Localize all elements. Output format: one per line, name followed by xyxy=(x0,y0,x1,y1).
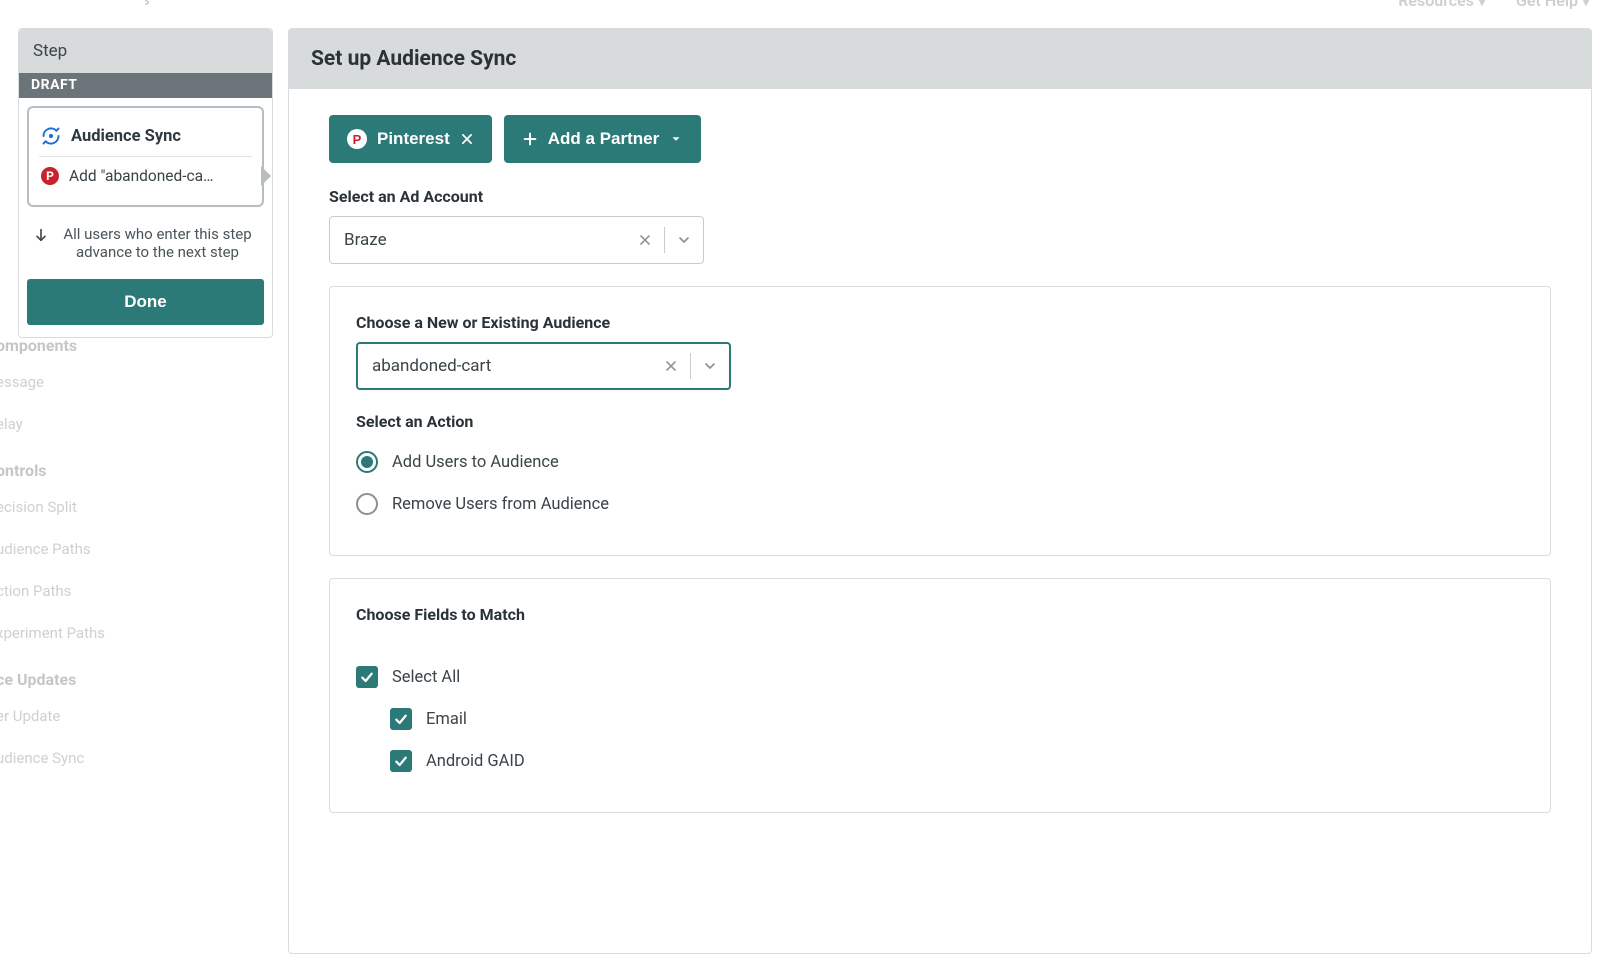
ad-account-value: Braze xyxy=(330,230,626,250)
plus-icon xyxy=(522,131,538,147)
radio-add-users[interactable]: Add Users to Audience xyxy=(356,441,1524,483)
checkbox-label: Select All xyxy=(392,668,460,687)
ad-account-label: Select an Ad Account xyxy=(329,187,1551,206)
audience-sync-icon xyxy=(41,126,61,146)
main-panel: Set up Audience Sync P Pinterest Add a P… xyxy=(288,28,1592,954)
bg-resources-menu: Resources ▾ xyxy=(1398,0,1486,10)
bg-nav-item: udience Sync xyxy=(0,737,166,779)
checkbox-icon xyxy=(356,666,378,688)
radio-icon xyxy=(356,451,378,473)
bg-nav-item: er Update xyxy=(0,695,166,737)
ad-account-select[interactable]: Braze xyxy=(329,216,704,264)
step-subtitle: Add "abandoned-ca… xyxy=(69,167,213,185)
checkbox-email[interactable]: Email xyxy=(356,698,1524,740)
clear-icon[interactable] xyxy=(626,233,664,247)
add-partner-button[interactable]: Add a Partner xyxy=(504,115,701,163)
bg-nav-item: elay xyxy=(0,403,166,445)
arrow-down-icon xyxy=(33,227,49,261)
partner-chip-pinterest[interactable]: P Pinterest xyxy=(329,115,492,163)
step-card[interactable]: Audience Sync P Add "abandoned-ca… xyxy=(27,106,264,207)
clear-icon[interactable] xyxy=(652,359,690,373)
fields-heading: Choose Fields to Match xyxy=(356,605,1524,624)
draft-badge: DRAFT xyxy=(19,73,272,98)
bg-nav-item: ecision Split xyxy=(0,486,166,528)
checkbox-android-gaid[interactable]: Android GAID xyxy=(356,740,1524,782)
add-partner-label: Add a Partner xyxy=(548,129,659,149)
chevron-down-icon[interactable] xyxy=(665,232,703,248)
audience-value: abandoned-cart xyxy=(358,356,652,376)
done-button[interactable]: Done xyxy=(27,279,264,325)
checkbox-label: Android GAID xyxy=(426,752,525,771)
main-title: Set up Audience Sync xyxy=(289,29,1591,89)
audience-select[interactable]: abandoned-cart xyxy=(356,342,731,390)
bg-nav-item: udience Paths xyxy=(0,528,166,570)
checkbox-icon xyxy=(390,708,412,730)
checkbox-label: Email xyxy=(426,710,467,729)
advance-note-text: All users who enter this step advance to… xyxy=(57,225,258,261)
bg-gethelp-menu: Get Help ▾ xyxy=(1516,0,1590,10)
choose-audience-label: Choose a New or Existing Audience xyxy=(356,313,1524,332)
pinterest-icon: P xyxy=(347,129,367,149)
bg-nav-item: essage xyxy=(0,361,166,403)
chevron-down-icon[interactable] xyxy=(691,358,729,374)
radio-icon xyxy=(356,493,378,515)
step-title: Audience Sync xyxy=(71,127,181,146)
checkbox-icon xyxy=(390,750,412,772)
checkbox-select-all[interactable]: Select All xyxy=(356,656,1524,698)
radio-label: Remove Users from Audience xyxy=(392,495,609,514)
radio-remove-users[interactable]: Remove Users from Audience xyxy=(356,483,1524,525)
bg-group-heading: ontrols xyxy=(0,445,166,486)
select-action-label: Select an Action xyxy=(356,412,1524,431)
radio-label: Add Users to Audience xyxy=(392,453,559,472)
chevron-down-icon xyxy=(669,132,683,146)
bg-group-heading: ce Updates xyxy=(0,654,166,695)
bg-nav-item: ction Paths xyxy=(0,570,166,612)
partner-chip-label: Pinterest xyxy=(377,129,450,149)
fields-section: Choose Fields to Match Select All Email xyxy=(329,578,1551,813)
step-panel: Step DRAFT Audience Sync P Add "abandone… xyxy=(18,28,273,338)
bg-nav-item: xperiment Paths xyxy=(0,612,166,654)
pinterest-icon: P xyxy=(41,167,59,185)
step-panel-header: Step xyxy=(19,29,272,73)
audience-section: Choose a New or Existing Audience abando… xyxy=(329,286,1551,556)
close-icon[interactable] xyxy=(460,132,474,146)
